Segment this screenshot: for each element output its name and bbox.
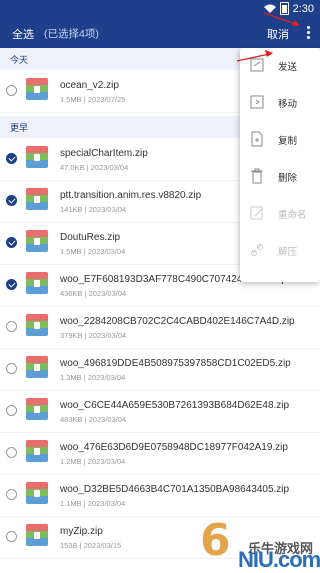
file-row[interactable]: woo_496819DDE4B508975397858CD1C02ED5.zip…	[0, 348, 320, 391]
file-meta: 1.1MB | 2023/03/04	[60, 499, 126, 508]
zip-file-icon	[26, 272, 48, 294]
annotation-arrow	[263, 12, 300, 26]
select-all-button[interactable]: 全选	[12, 26, 34, 42]
file-row[interactable]: woo_D32BE5D4663B4C701A1350BA98643405.zip…	[0, 474, 320, 517]
select-radio[interactable]	[6, 447, 17, 458]
file-name: ocean_v2.zip	[60, 80, 119, 91]
zip-file-icon	[26, 524, 48, 546]
file-meta: 47.0KB | 2023/03/04	[60, 163, 129, 172]
file-name: myZip.zip	[60, 526, 103, 537]
watermark-letters: NIU.com	[238, 547, 320, 572]
file-meta: 379KB | 2023/03/04	[60, 331, 127, 340]
select-radio[interactable]	[6, 363, 17, 374]
file-row[interactable]: woo_2284208CB702C2C4CABD402E146C7A4D.zip…	[0, 306, 320, 349]
file-meta: 1.5MB | 2023/03/04	[60, 247, 126, 256]
select-radio[interactable]	[6, 85, 17, 96]
file-row[interactable]: woo_C6CE44A659E530B7261393B684D62E48.zip…	[0, 390, 320, 433]
annotation-arrow	[236, 50, 273, 62]
select-radio[interactable]	[6, 489, 17, 500]
menu-item-delete[interactable]: 删除	[240, 159, 320, 195]
zip-file-icon	[26, 398, 48, 420]
copy-icon	[251, 131, 263, 147]
link-icon	[251, 244, 263, 256]
select-radio-checked[interactable]	[6, 237, 17, 248]
file-meta: 1.3MB | 2023/03/04	[60, 373, 126, 382]
selected-count: (已选择4项)	[44, 28, 99, 40]
select-radio-checked[interactable]	[6, 153, 17, 164]
zip-file-icon	[26, 482, 48, 504]
zip-file-icon	[26, 314, 48, 336]
zip-file-icon	[26, 356, 48, 378]
file-name: DoutuRes.zip	[60, 232, 121, 243]
file-meta: 1.2MB | 2023/03/04	[60, 457, 126, 466]
file-name: woo_D32BE5D4663B4C701A1350BA98643405.zip	[60, 484, 290, 495]
more-options-menu: 发送 移动 复制 删除 重命名 解压	[240, 48, 320, 282]
trash-icon	[251, 168, 263, 184]
menu-item-move[interactable]: 移动	[240, 85, 320, 121]
file-name: woo_2284208CB702C2C4CABD402E146C7A4D.zip	[60, 316, 295, 327]
select-radio[interactable]	[6, 531, 17, 542]
menu-item-rename[interactable]: 重命名	[240, 196, 320, 232]
rename-icon	[250, 206, 263, 220]
file-meta: 436KB | 2023/03/04	[60, 289, 127, 298]
file-meta: 483KB | 2023/03/04	[60, 415, 127, 424]
file-meta: 1.5MB | 2023/07/25	[60, 95, 126, 104]
file-name: woo_C6CE44A659E530B7261393B684D62E48.zip	[60, 400, 290, 411]
select-radio[interactable]	[6, 405, 17, 416]
select-radio[interactable]	[6, 321, 17, 332]
zip-file-icon	[26, 78, 48, 100]
select-radio-checked[interactable]	[6, 279, 17, 290]
watermark-six: 6	[200, 515, 231, 566]
more-options-icon[interactable]	[305, 25, 311, 41]
file-row[interactable]: woo_476E63D6D9E0758948DC18977F042A19.zip…	[0, 432, 320, 475]
zip-file-icon	[26, 146, 48, 168]
zip-file-icon	[26, 230, 48, 252]
zip-file-icon	[26, 188, 48, 210]
file-meta: 141KB | 2023/03/04	[60, 205, 127, 214]
menu-item-copy[interactable]: 复制	[240, 122, 320, 158]
file-name: specialCharItem.zip	[60, 148, 148, 159]
file-name: ptt.transition.anim.res.v8820.zip	[60, 190, 202, 201]
file-name: woo_496819DDE4B508975397858CD1C02ED5.zip	[60, 358, 291, 369]
zip-file-icon	[26, 440, 48, 462]
menu-item-extract[interactable]: 解压	[240, 233, 320, 269]
move-icon	[250, 95, 264, 109]
file-name: woo_476E63D6D9E0758948DC18977F042A19.zip	[60, 442, 288, 453]
file-meta: 153B | 2023/03/15	[60, 541, 122, 550]
select-radio-checked[interactable]	[6, 195, 17, 206]
